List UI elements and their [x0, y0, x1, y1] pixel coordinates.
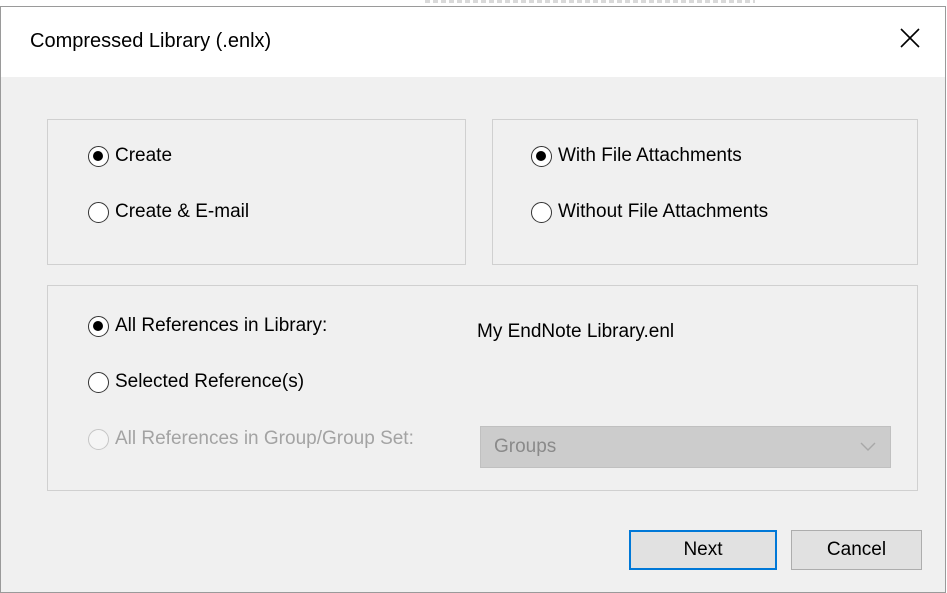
all-references-label: All References in Library: [115, 315, 328, 336]
group-set-dropdown[interactable]: Groups [480, 426, 891, 468]
without-attachments-radio[interactable]: Without File Attachments [531, 201, 768, 223]
group-references-radio[interactable]: All References in Group/Group Set: [88, 428, 414, 450]
chevron-down-icon [860, 442, 876, 451]
window-title: Compressed Library (.enlx) [30, 30, 272, 52]
radio-disabled-icon [88, 428, 109, 450]
close-button[interactable] [875, 7, 945, 69]
library-name: My EndNote Library.enl [477, 321, 675, 342]
next-button[interactable]: Next [629, 530, 777, 570]
selected-references-label: Selected Reference(s) [115, 371, 305, 392]
close-icon [900, 28, 920, 48]
all-references-radio[interactable]: All References in Library: [88, 315, 327, 337]
with-attachments-radio[interactable]: With File Attachments [531, 145, 742, 167]
radio-selected-icon [88, 315, 109, 337]
selected-references-radio[interactable]: Selected Reference(s) [88, 371, 304, 393]
title-bar[interactable]: Compressed Library (.enlx) [1, 7, 945, 77]
radio-unselected-icon [88, 371, 109, 393]
without-attachments-label: Without File Attachments [558, 201, 769, 222]
with-attachments-label: With File Attachments [558, 145, 742, 166]
create-radio-label: Create [115, 145, 173, 166]
create-mode-group [47, 119, 466, 265]
background-text-fragment [425, 0, 755, 3]
radio-selected-icon [88, 145, 109, 167]
group-references-label: All References in Group/Group Set: [115, 428, 414, 449]
create-radio[interactable]: Create [88, 145, 172, 167]
compressed-library-dialog: Compressed Library (.enlx) Create Create… [0, 6, 946, 593]
group-set-dropdown-value: Groups [494, 436, 557, 457]
radio-selected-icon [531, 145, 552, 167]
create-email-radio-label: Create & E-mail [115, 201, 250, 222]
cancel-button[interactable]: Cancel [791, 530, 922, 570]
radio-unselected-icon [531, 201, 552, 223]
create-email-radio[interactable]: Create & E-mail [88, 201, 249, 223]
radio-unselected-icon [88, 201, 109, 223]
attachments-group [492, 119, 918, 265]
